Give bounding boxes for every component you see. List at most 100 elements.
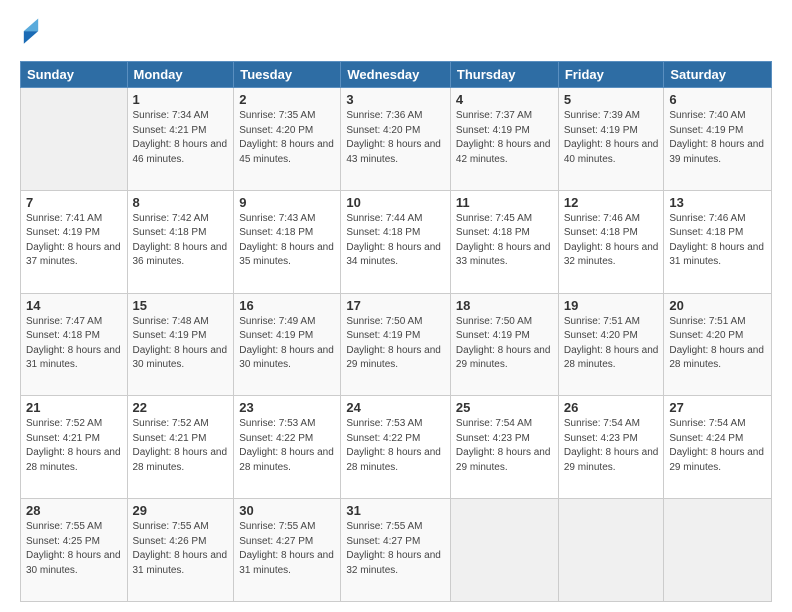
day-number: 17 (346, 298, 445, 313)
day-info: Sunrise: 7:54 AMSunset: 4:24 PMDaylight:… (669, 417, 766, 475)
logo-icon (22, 18, 40, 46)
day-cell: 5 Sunrise: 7:39 AMSunset: 4:19 PMDaylight… (558, 88, 664, 191)
day-number: 2 (239, 92, 335, 107)
calendar-header-row: SundayMondayTuesdayWednesdayThursdayFrid… (21, 62, 772, 88)
week-row-4: 28 Sunrise: 7:55 AMSunset: 4:25 PMDayligh… (21, 499, 772, 602)
day-cell: 23 Sunrise: 7:53 AMSunset: 4:22 PMDayligh… (234, 396, 341, 499)
day-number: 24 (346, 400, 445, 415)
calendar: SundayMondayTuesdayWednesdayThursdayFrid… (20, 61, 772, 602)
day-info: Sunrise: 7:55 AMSunset: 4:27 PMDaylight:… (239, 520, 335, 578)
day-number: 29 (133, 503, 229, 518)
day-info: Sunrise: 7:54 AMSunset: 4:23 PMDaylight:… (456, 417, 553, 475)
day-number: 12 (564, 195, 659, 210)
day-number: 11 (456, 195, 553, 210)
day-number: 15 (133, 298, 229, 313)
day-cell: 4 Sunrise: 7:37 AMSunset: 4:19 PMDaylight… (450, 88, 558, 191)
day-number: 27 (669, 400, 766, 415)
day-number: 3 (346, 92, 445, 107)
day-info: Sunrise: 7:37 AMSunset: 4:19 PMDaylight:… (456, 109, 553, 167)
day-info: Sunrise: 7:54 AMSunset: 4:23 PMDaylight:… (564, 417, 659, 475)
day-info: Sunrise: 7:41 AMSunset: 4:19 PMDaylight:… (26, 212, 122, 270)
logo (20, 18, 44, 51)
day-info: Sunrise: 7:39 AMSunset: 4:19 PMDaylight:… (564, 109, 659, 167)
col-header-sunday: Sunday (21, 62, 128, 88)
day-cell (450, 499, 558, 602)
day-info: Sunrise: 7:55 AMSunset: 4:27 PMDaylight:… (346, 520, 445, 578)
day-cell: 8 Sunrise: 7:42 AMSunset: 4:18 PMDaylight… (127, 190, 234, 293)
day-info: Sunrise: 7:51 AMSunset: 4:20 PMDaylight:… (564, 315, 659, 373)
calendar-body: 1Sunrise: 7:34 AMSunset: 4:21 PMDaylight… (21, 88, 772, 602)
day-cell: 27 Sunrise: 7:54 AMSunset: 4:24 PMDayligh… (664, 396, 772, 499)
day-cell (558, 499, 664, 602)
day-info: Sunrise: 7:46 AMSunset: 4:18 PMDaylight:… (564, 212, 659, 270)
day-info: Sunrise: 7:50 AMSunset: 4:19 PMDaylight:… (456, 315, 553, 373)
day-cell: 2 Sunrise: 7:35 AMSunset: 4:20 PMDaylight… (234, 88, 341, 191)
day-cell: 20Sunrise: 7:51 AMSunset: 4:20 PMDayligh… (664, 293, 772, 396)
day-cell: 1Sunrise: 7:34 AMSunset: 4:21 PMDaylight… (127, 88, 234, 191)
day-number: 5 (564, 92, 659, 107)
day-cell: 10 Sunrise: 7:44 AMSunset: 4:18 PMDayligh… (341, 190, 451, 293)
day-info: Sunrise: 7:55 AMSunset: 4:25 PMDaylight:… (26, 520, 122, 578)
day-info: Sunrise: 7:35 AMSunset: 4:20 PMDaylight:… (239, 109, 335, 167)
day-cell: 21Sunrise: 7:52 AMSunset: 4:21 PMDayligh… (21, 396, 128, 499)
day-info: Sunrise: 7:46 AMSunset: 4:18 PMDaylight:… (669, 212, 766, 270)
col-header-saturday: Saturday (664, 62, 772, 88)
day-cell: 30Sunrise: 7:55 AMSunset: 4:27 PMDayligh… (234, 499, 341, 602)
week-row-3: 21Sunrise: 7:52 AMSunset: 4:21 PMDayligh… (21, 396, 772, 499)
day-number: 7 (26, 195, 122, 210)
day-info: Sunrise: 7:44 AMSunset: 4:18 PMDaylight:… (346, 212, 445, 270)
week-row-0: 1Sunrise: 7:34 AMSunset: 4:21 PMDaylight… (21, 88, 772, 191)
day-cell: 16Sunrise: 7:49 AMSunset: 4:19 PMDayligh… (234, 293, 341, 396)
day-cell: 3 Sunrise: 7:36 AMSunset: 4:20 PMDaylight… (341, 88, 451, 191)
day-cell: 19 Sunrise: 7:51 AMSunset: 4:20 PMDayligh… (558, 293, 664, 396)
day-cell: 31 Sunrise: 7:55 AMSunset: 4:27 PMDayligh… (341, 499, 451, 602)
day-cell: 29 Sunrise: 7:55 AMSunset: 4:26 PMDayligh… (127, 499, 234, 602)
day-number: 31 (346, 503, 445, 518)
week-row-1: 7 Sunrise: 7:41 AMSunset: 4:19 PMDaylight… (21, 190, 772, 293)
day-cell: 7 Sunrise: 7:41 AMSunset: 4:19 PMDaylight… (21, 190, 128, 293)
col-header-friday: Friday (558, 62, 664, 88)
day-cell: 26 Sunrise: 7:54 AMSunset: 4:23 PMDayligh… (558, 396, 664, 499)
day-number: 9 (239, 195, 335, 210)
day-cell: 12 Sunrise: 7:46 AMSunset: 4:18 PMDayligh… (558, 190, 664, 293)
day-cell: 22 Sunrise: 7:52 AMSunset: 4:21 PMDayligh… (127, 396, 234, 499)
day-cell: 13Sunrise: 7:46 AMSunset: 4:18 PMDayligh… (664, 190, 772, 293)
day-info: Sunrise: 7:45 AMSunset: 4:18 PMDaylight:… (456, 212, 553, 270)
day-cell: 28 Sunrise: 7:55 AMSunset: 4:25 PMDayligh… (21, 499, 128, 602)
day-number: 28 (26, 503, 122, 518)
day-number: 18 (456, 298, 553, 313)
day-number: 26 (564, 400, 659, 415)
day-info: Sunrise: 7:53 AMSunset: 4:22 PMDaylight:… (239, 417, 335, 475)
day-number: 23 (239, 400, 335, 415)
day-info: Sunrise: 7:52 AMSunset: 4:21 PMDaylight:… (26, 417, 122, 475)
day-info: Sunrise: 7:52 AMSunset: 4:21 PMDaylight:… (133, 417, 229, 475)
day-number: 19 (564, 298, 659, 313)
day-number: 8 (133, 195, 229, 210)
day-info: Sunrise: 7:48 AMSunset: 4:19 PMDaylight:… (133, 315, 229, 373)
day-info: Sunrise: 7:42 AMSunset: 4:18 PMDaylight:… (133, 212, 229, 270)
day-cell: 18 Sunrise: 7:50 AMSunset: 4:19 PMDayligh… (450, 293, 558, 396)
day-number: 4 (456, 92, 553, 107)
day-cell: 17Sunrise: 7:50 AMSunset: 4:19 PMDayligh… (341, 293, 451, 396)
day-cell: 6Sunrise: 7:40 AMSunset: 4:19 PMDaylight… (664, 88, 772, 191)
day-cell: 9 Sunrise: 7:43 AMSunset: 4:18 PMDaylight… (234, 190, 341, 293)
day-info: Sunrise: 7:43 AMSunset: 4:18 PMDaylight:… (239, 212, 335, 270)
day-number: 10 (346, 195, 445, 210)
day-number: 6 (669, 92, 766, 107)
col-header-tuesday: Tuesday (234, 62, 341, 88)
header (20, 18, 772, 51)
day-cell (664, 499, 772, 602)
day-info: Sunrise: 7:55 AMSunset: 4:26 PMDaylight:… (133, 520, 229, 578)
day-number: 20 (669, 298, 766, 313)
day-info: Sunrise: 7:36 AMSunset: 4:20 PMDaylight:… (346, 109, 445, 167)
day-cell: 24 Sunrise: 7:53 AMSunset: 4:22 PMDayligh… (341, 396, 451, 499)
day-number: 25 (456, 400, 553, 415)
day-info: Sunrise: 7:47 AMSunset: 4:18 PMDaylight:… (26, 315, 122, 373)
day-number: 14 (26, 298, 122, 313)
day-number: 22 (133, 400, 229, 415)
day-cell: 11 Sunrise: 7:45 AMSunset: 4:18 PMDayligh… (450, 190, 558, 293)
col-header-thursday: Thursday (450, 62, 558, 88)
day-cell: 15 Sunrise: 7:48 AMSunset: 4:19 PMDayligh… (127, 293, 234, 396)
day-info: Sunrise: 7:53 AMSunset: 4:22 PMDaylight:… (346, 417, 445, 475)
day-cell (21, 88, 128, 191)
